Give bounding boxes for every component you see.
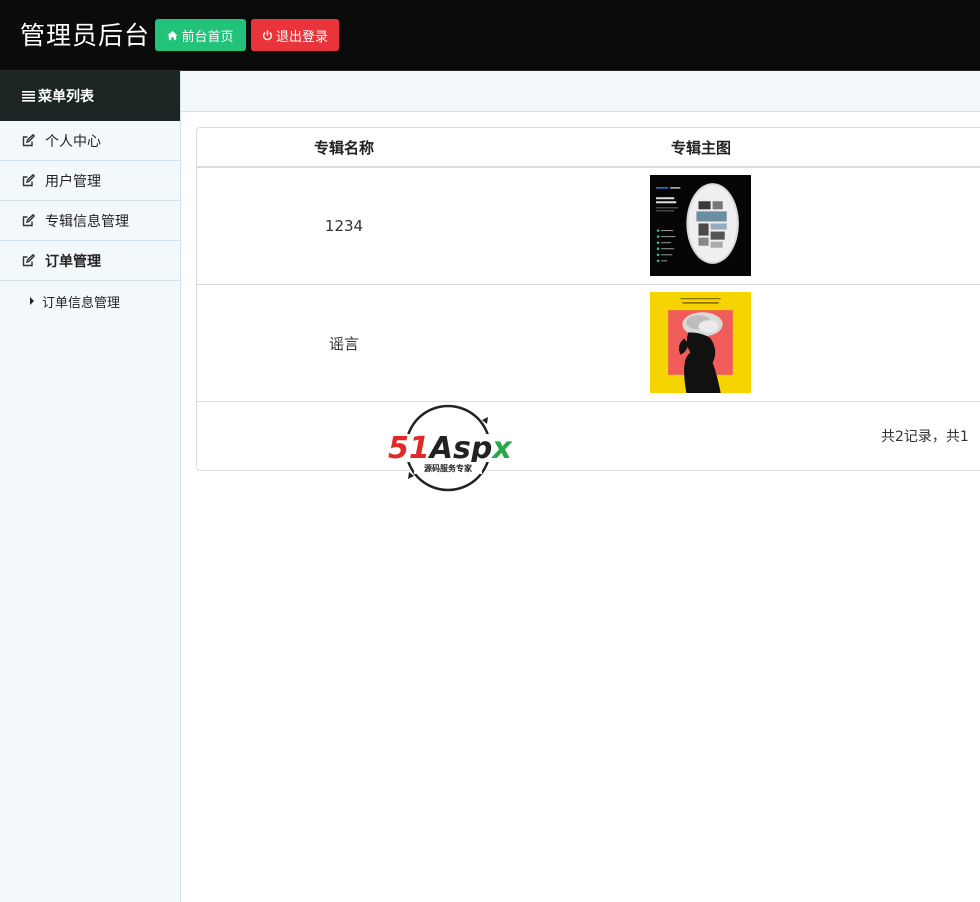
menu-list-title: 菜单列表 bbox=[38, 89, 94, 105]
sidebar-item-order-management[interactable]: 订单管理 bbox=[0, 241, 180, 281]
album-name-cell: 1234 bbox=[324, 217, 364, 235]
list-icon bbox=[22, 91, 35, 102]
sidebar: 菜单列表 个人中心 用户管理 专辑信息管理 订单管理 订单信息管理 bbox=[0, 71, 181, 902]
home-icon bbox=[167, 30, 179, 40]
album-table: 专辑名称 专辑主图 1234 谣言 共2记录，共1 bbox=[196, 127, 980, 471]
home-button[interactable]: 前台首页 bbox=[155, 19, 246, 51]
sidebar-item-label: 个人中心 bbox=[45, 133, 101, 150]
edit-icon bbox=[22, 254, 35, 267]
sidebar-item-label: 专辑信息管理 bbox=[45, 213, 129, 230]
table-row: 1234 bbox=[197, 168, 491, 284]
album-cover-boys-dont-cry-icon[interactable] bbox=[650, 292, 751, 393]
edit-icon bbox=[22, 214, 35, 227]
logout-button-label: 退出登录 bbox=[275, 28, 328, 44]
sidebar-subitem-label: 订单信息管理 bbox=[42, 295, 121, 311]
column-header-album-name: 专辑名称 bbox=[313, 139, 374, 157]
logout-button[interactable]: 退出登录 bbox=[251, 19, 339, 51]
content-topbar bbox=[181, 71, 980, 112]
power-icon bbox=[262, 29, 273, 40]
home-button-label: 前台首页 bbox=[181, 28, 234, 44]
watermark-tagline: 源码服务专家 bbox=[424, 463, 473, 473]
sidebar-item-label: 用户管理 bbox=[45, 173, 101, 190]
sidebar-item-user-management[interactable]: 用户管理 bbox=[0, 161, 180, 201]
edit-icon bbox=[22, 174, 35, 187]
sidebar-item-album-management[interactable]: 专辑信息管理 bbox=[0, 201, 180, 241]
watermark-logo: 51Aspx 源码服务专家 bbox=[386, 402, 513, 494]
table-row: 谣言 bbox=[197, 285, 491, 401]
sidebar-item-label: 订单管理 bbox=[45, 253, 101, 270]
sidebar-subitem-order-info[interactable]: 订单信息管理 bbox=[0, 281, 180, 321]
watermark-brand: 51Aspx bbox=[388, 431, 512, 466]
pagination-summary: 共2记录，共1 bbox=[881, 429, 969, 445]
column-header-album-image: 专辑主图 bbox=[670, 139, 731, 157]
admin-title: 管理员后台 bbox=[20, 21, 151, 50]
row-divider bbox=[197, 401, 980, 402]
edit-icon bbox=[22, 134, 35, 147]
top-header: 管理员后台 前台首页 退出登录 bbox=[0, 0, 980, 71]
menu-list-header: 菜单列表 bbox=[0, 71, 180, 121]
album-cover-disc-sleeve-icon[interactable] bbox=[650, 175, 751, 276]
album-name-cell: 谣言 bbox=[328, 334, 359, 353]
sidebar-item-personal-center[interactable]: 个人中心 bbox=[0, 121, 180, 161]
caret-right-icon bbox=[30, 297, 34, 305]
